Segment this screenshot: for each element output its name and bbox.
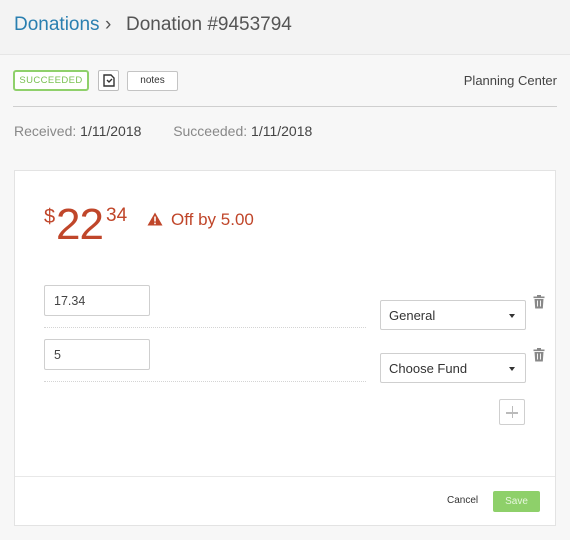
trash-icon[interactable] <box>533 295 545 309</box>
notes-button[interactable]: notes <box>127 71 178 91</box>
fund-select-value: Choose Fund <box>389 361 468 376</box>
status-badge: SUCCEEDED <box>13 70 89 91</box>
amount-currency: $ <box>44 206 56 228</box>
page-header: Donations › Donation #9453794 <box>0 0 570 55</box>
receipt-button[interactable] <box>98 70 119 91</box>
row-separator <box>44 381 366 382</box>
fund-select-value: General <box>389 308 436 323</box>
trash-icon[interactable] <box>533 348 545 362</box>
breadcrumb-donations-link[interactable]: Donations <box>14 14 100 36</box>
breadcrumb-separator: › <box>105 14 112 35</box>
save-button[interactable]: Save <box>493 491 540 512</box>
designation-amount-input[interactable] <box>44 339 150 370</box>
designation-amount-input[interactable] <box>44 285 150 316</box>
amount-dollars: 22 <box>56 200 104 249</box>
received-date: 1/11/2018 <box>80 123 142 139</box>
source-label: Planning Center <box>463 73 557 88</box>
warning-triangle-icon <box>147 212 163 226</box>
chevron-down-icon <box>509 367 515 371</box>
date-info: Received: 1/11/2018 Succeeded: 1/11/2018 <box>14 123 312 139</box>
receipt-icon <box>103 74 115 87</box>
cancel-button[interactable]: Cancel <box>447 495 478 506</box>
card-footer-divider <box>15 476 555 477</box>
amount-cents: 34 <box>106 205 128 226</box>
fund-select[interactable]: General <box>380 300 526 330</box>
succeeded-date: 1/11/2018 <box>251 123 313 139</box>
page-title: Donation #9453794 <box>126 14 292 35</box>
header-divider <box>13 106 557 107</box>
add-designation-button[interactable] <box>499 399 525 425</box>
received-label: Received: <box>14 123 77 139</box>
fund-select[interactable]: Choose Fund <box>380 353 526 383</box>
row-separator <box>44 327 366 328</box>
succeeded-label: Succeeded: <box>173 123 248 139</box>
amount-warning: Off by 5.00 <box>171 210 254 229</box>
chevron-down-icon <box>509 314 515 318</box>
